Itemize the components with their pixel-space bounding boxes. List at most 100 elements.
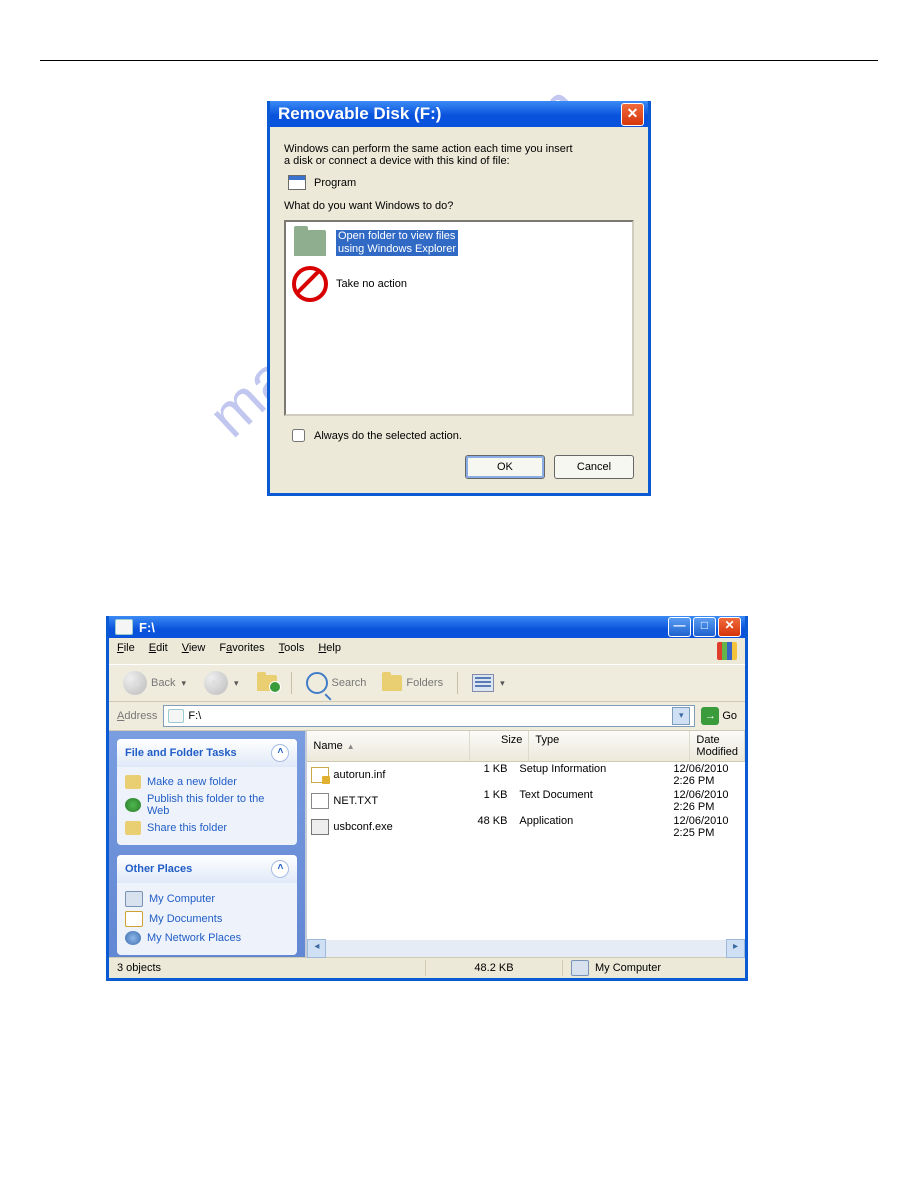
explorer-titlebar[interactable]: F:\ ― □ ✕ (109, 616, 745, 638)
dialog-intro: Windows can perform the same action each… (284, 143, 634, 167)
ok-button[interactable]: OK (465, 455, 545, 479)
forward-dropdown-icon[interactable]: ▾ (232, 678, 241, 689)
horizontal-scrollbar[interactable]: ◂ ▸ (307, 940, 745, 957)
documents-icon (125, 911, 143, 927)
status-location: My Computer (563, 958, 745, 978)
page-top-rule (40, 60, 878, 61)
back-dropdown-icon[interactable]: ▾ (179, 678, 188, 689)
task-make-folder[interactable]: Make a new folder (125, 773, 289, 791)
drive-icon (115, 619, 133, 635)
explorer-title: F:\ (139, 620, 155, 635)
txt-file-icon (311, 793, 329, 809)
up-button[interactable] (251, 673, 283, 693)
forward-button[interactable]: ► ▾ (198, 669, 247, 697)
menu-file[interactable]: File (117, 642, 135, 660)
action-take-no-action[interactable]: Take no action (292, 266, 626, 302)
other-places-title: Other Places (125, 863, 192, 875)
exe-file-icon (311, 819, 329, 835)
file-list[interactable]: autorun.inf 1 KB Setup Information 12/06… (307, 762, 745, 940)
folders-icon (382, 675, 402, 691)
autoplay-dialog: Removable Disk (F:) ✕ Windows can perfor… (267, 101, 651, 496)
folder-icon (294, 230, 326, 256)
menu-view[interactable]: View (182, 642, 206, 660)
address-input[interactable]: F:\ ▾ (163, 705, 695, 727)
back-button[interactable]: ◄ Back ▾ (117, 669, 194, 697)
tasks-panel: File and Folder Tasks ˄ Make a new folde… (117, 739, 297, 845)
table-row[interactable]: usbconf.exe 48 KB Application 12/06/2010… (307, 814, 745, 840)
network-icon (125, 931, 141, 945)
menu-favorites[interactable]: Favorites (219, 642, 264, 660)
task-share[interactable]: Share this folder (125, 819, 289, 837)
col-name[interactable]: Name ▲ (307, 731, 470, 761)
tasks-title: File and Folder Tasks (125, 747, 237, 759)
col-type[interactable]: Type (529, 731, 690, 761)
scroll-track[interactable] (326, 940, 726, 957)
chevron-up-icon[interactable]: ˄ (271, 860, 289, 878)
table-row[interactable]: autorun.inf 1 KB Setup Information 12/06… (307, 762, 745, 788)
column-headers: Name ▲ Size Type Date Modified (307, 731, 745, 762)
back-label: Back (151, 677, 175, 689)
menu-edit[interactable]: Edit (149, 642, 168, 660)
minimize-icon[interactable]: ― (668, 617, 691, 637)
sidebar: File and Folder Tasks ˄ Make a new folde… (109, 731, 305, 957)
views-dropdown-icon[interactable]: ▾ (498, 678, 507, 689)
content-type-label: Program (314, 177, 356, 189)
link-my-documents[interactable]: My Documents (125, 909, 289, 929)
search-label: Search (332, 677, 367, 689)
action-open-line1: Open folder to view files (336, 230, 458, 243)
no-action-icon (292, 266, 328, 302)
folders-button[interactable]: Folders (376, 673, 449, 693)
close-icon[interactable]: ✕ (718, 617, 741, 637)
go-arrow-icon: → (701, 707, 719, 725)
windows-flag-icon (717, 642, 737, 660)
link-my-network[interactable]: My Network Places (125, 929, 289, 947)
address-dropdown-icon[interactable]: ▾ (672, 707, 690, 725)
sort-asc-icon: ▲ (347, 742, 355, 751)
cancel-button[interactable]: Cancel (554, 455, 634, 479)
address-bar: Address F:\ ▾ → Go (109, 702, 745, 731)
toolbar-separator (291, 672, 292, 694)
dialog-prompt: What do you want Windows to do? (284, 200, 634, 212)
table-row[interactable]: NET.TXT 1 KB Text Document 12/06/2010 2:… (307, 788, 745, 814)
views-button[interactable]: ▾ (466, 672, 513, 694)
toolbar: ◄ Back ▾ ► ▾ Search Folders ▾ (109, 664, 745, 702)
maximize-icon[interactable]: □ (693, 617, 716, 637)
tasks-header[interactable]: File and Folder Tasks ˄ (117, 739, 297, 767)
address-value: F:\ (188, 710, 201, 722)
search-icon (306, 672, 328, 694)
chevron-up-icon[interactable]: ˄ (271, 744, 289, 762)
back-arrow-icon: ◄ (123, 671, 147, 695)
dialog-intro-line2: a disk or connect a device with this kin… (284, 155, 510, 167)
scroll-right-icon[interactable]: ▸ (726, 939, 745, 958)
col-date[interactable]: Date Modified (690, 731, 745, 761)
search-button[interactable]: Search (300, 670, 373, 696)
menu-tools[interactable]: Tools (279, 642, 305, 660)
toolbar-separator (457, 672, 458, 694)
close-icon[interactable]: ✕ (621, 103, 644, 126)
content-type-row: Program (288, 175, 634, 190)
menu-help[interactable]: Help (318, 642, 341, 660)
always-checkbox-row[interactable]: Always do the selected action. (288, 426, 634, 445)
task-publish[interactable]: Publish this folder to the Web (125, 791, 289, 819)
address-label: Address (117, 710, 157, 722)
menubar: File Edit View Favorites Tools Help (109, 638, 745, 664)
action-open-folder[interactable]: Open folder to view files using Windows … (292, 228, 626, 258)
computer-icon (125, 891, 143, 907)
computer-icon (571, 960, 589, 976)
scroll-left-icon[interactable]: ◂ (307, 939, 326, 958)
always-checkbox[interactable] (292, 429, 305, 442)
other-places-header[interactable]: Other Places ˄ (117, 855, 297, 883)
dialog-intro-line1: Windows can perform the same action each… (284, 143, 573, 155)
dialog-titlebar[interactable]: Removable Disk (F:) ✕ (270, 101, 648, 127)
views-icon (472, 674, 494, 692)
inf-file-icon (311, 767, 329, 783)
link-my-computer[interactable]: My Computer (125, 889, 289, 909)
share-folder-icon (125, 821, 141, 835)
col-size[interactable]: Size (470, 731, 529, 761)
explorer-window: F:\ ― □ ✕ File Edit View Favorites Tools… (106, 616, 748, 981)
action-listbox[interactable]: Open folder to view files using Windows … (284, 220, 634, 416)
action-no-label: Take no action (336, 278, 407, 290)
status-size: 48.2 KB (426, 960, 563, 976)
folder-icon (125, 775, 141, 789)
go-button[interactable]: → Go (701, 707, 737, 725)
